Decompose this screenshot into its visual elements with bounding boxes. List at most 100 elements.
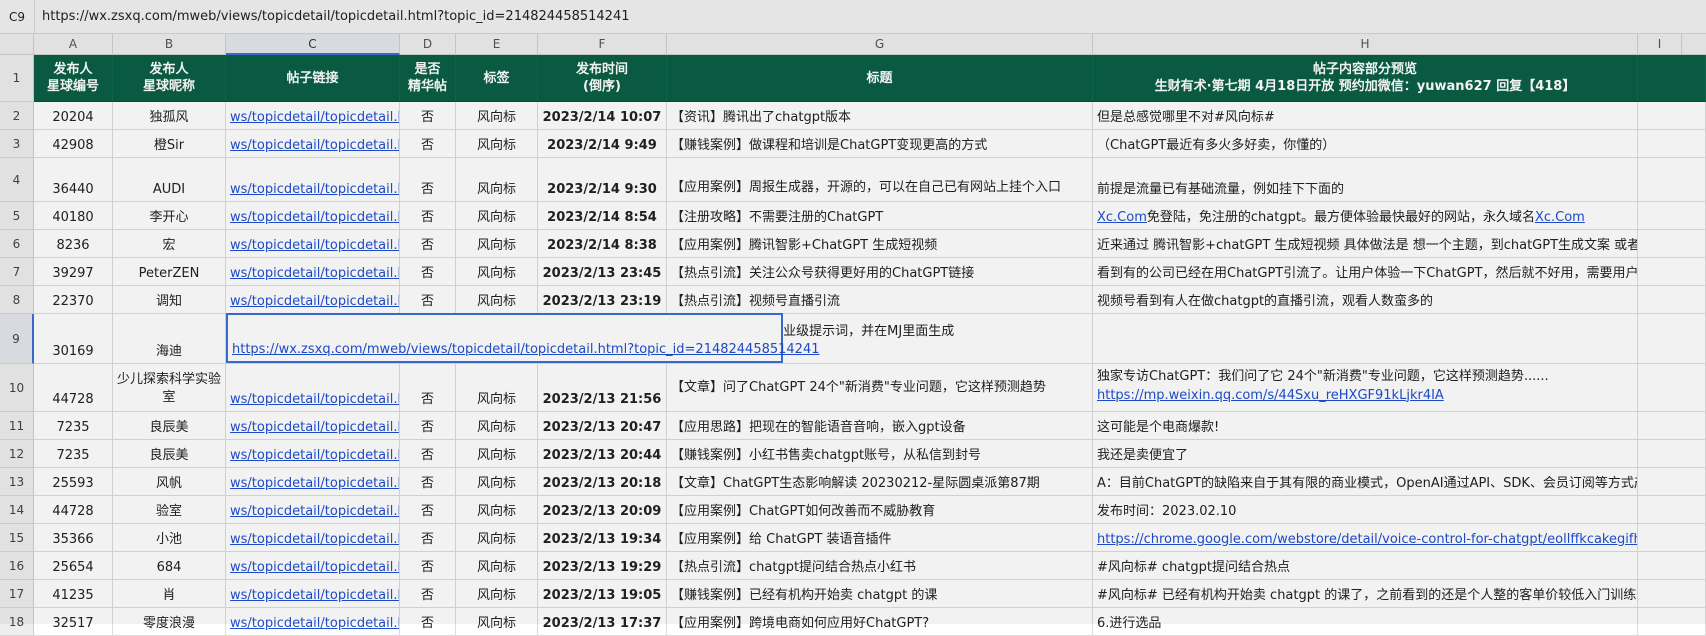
cell-e[interactable]: 风向标 (456, 102, 538, 130)
cell-g[interactable]: 【注册攻略】不需要注册的ChatGPT (667, 202, 1093, 230)
cell-a[interactable]: 35366 (34, 524, 113, 552)
cell-a[interactable]: 44728 (34, 364, 113, 412)
cell-c-link[interactable]: ws/topicdetail/topicdetail.htm (226, 552, 400, 580)
column-header-i[interactable]: I (1638, 34, 1682, 55)
column-header-f[interactable]: F (538, 34, 667, 55)
cell-h[interactable]: 我还是卖便宜了 (1093, 440, 1638, 468)
cell-g[interactable]: 【赚钱案例】已经有机构开始卖 chatgpt 的课 (667, 580, 1093, 608)
cell-f[interactable]: 2023/2/13 20:47 (538, 412, 667, 440)
cell-b[interactable]: 少儿探索科学实验室 (113, 364, 226, 412)
row-header[interactable]: 7 (0, 258, 34, 286)
cell-b[interactable]: 小池 (113, 524, 226, 552)
cell-e[interactable]: 风向标 (456, 468, 538, 496)
cell-d[interactable]: 否 (400, 440, 456, 468)
cell-h[interactable]: 但是总感觉哪里不对#风向标# (1093, 102, 1638, 130)
cell-a[interactable]: 42908 (34, 130, 113, 158)
cell-f[interactable]: 2023/2/14 9:49 (538, 130, 667, 158)
cell-h-link[interactable]: https://mp.weixin.qq.com/s/44Sxu_reHXGF9… (1097, 386, 1444, 405)
cell-e[interactable]: 风向标 (456, 230, 538, 258)
cell-i[interactable] (1638, 496, 1706, 524)
cell-g[interactable]: 【应用案例】周报生成器，开源的，可以在自己已有网站上挂个入口 (667, 158, 1093, 202)
cell-h-link[interactable]: https://chrome.google.com/webstore/detai… (1097, 532, 1637, 547)
cell-reference-box[interactable]: C9 (0, 0, 35, 34)
cell-d[interactable]: 否 (400, 496, 456, 524)
cell-h[interactable] (1093, 314, 1638, 364)
cell-h-link[interactable]: Xc.Com (1097, 210, 1147, 225)
cell-f[interactable]: 2023/2/14 8:54 (538, 202, 667, 230)
cell-e[interactable]: 风向标 (456, 364, 538, 412)
cell-d[interactable]: 否 (400, 468, 456, 496)
cell-d[interactable]: 否 (400, 608, 456, 636)
cell-f[interactable]: 2023/2/13 23:45 (538, 258, 667, 286)
cell-i[interactable] (1638, 258, 1706, 286)
cell-h[interactable]: A：目前ChatGPT的缺陷来自于其有限的商业模式，OpenAI通过API、SD… (1093, 468, 1638, 496)
cell-e[interactable]: 风向标 (456, 412, 538, 440)
cell-c-link[interactable]: ws/topicdetail/topicdetail.htm (226, 496, 400, 524)
cell-i[interactable] (1638, 608, 1706, 636)
cell-g[interactable]: 【应用案例】跨境电商如何应用好ChatGPT? (667, 608, 1093, 636)
cell-d[interactable]: 否 (400, 130, 456, 158)
select-all-corner[interactable] (0, 34, 34, 55)
cell-h[interactable]: （ChatGPT最近有多火多好卖，你懂的） (1093, 130, 1638, 158)
cell-i[interactable] (1638, 130, 1706, 158)
cell-c-link[interactable]: ws/topicdetail/topicdetail.htm (226, 230, 400, 258)
cell-g[interactable]: 【文章】ChatGPT生态影响解读 20230212-星际圆桌派第87期 (667, 468, 1093, 496)
cell-a[interactable]: 36440 (34, 158, 113, 202)
cell-c-link[interactable]: ws/topicdetail/topicdetail.htm (226, 468, 400, 496)
column-header-g[interactable]: G (667, 34, 1093, 55)
cell-b[interactable]: 良辰美 (113, 440, 226, 468)
cell-b[interactable]: 零度浪漫 (113, 608, 226, 636)
cell-e[interactable]: 风向标 (456, 158, 538, 202)
cell-b[interactable]: 调知 (113, 286, 226, 314)
cell-g[interactable]: 【热点引流】关注公众号获得更好用的ChatGPT链接 (667, 258, 1093, 286)
cell-b[interactable]: AUDI (113, 158, 226, 202)
cell-g[interactable]: 【热点引流】chatgpt提问结合热点小红书 (667, 552, 1093, 580)
cell-a[interactable]: 32517 (34, 608, 113, 636)
cell-h[interactable]: Xc.Com 免登陆，免注册的chatgpt。最方便体验最快最好的网站，永久域名… (1093, 202, 1638, 230)
cell-f[interactable]: 2023/2/13 19:29 (538, 552, 667, 580)
cell-e[interactable]: 风向标 (456, 496, 538, 524)
formula-input[interactable]: https://wx.zsxq.com/mweb/views/topicdeta… (42, 0, 630, 34)
header-cell-c[interactable]: 帖子链接 (226, 55, 400, 102)
cell-h[interactable]: 独家专访ChatGPT：我们问了它 24个"新消费"专业问题，它这样预测趋势..… (1093, 364, 1638, 412)
cell-e[interactable]: 风向标 (456, 130, 538, 158)
column-header-e[interactable]: E (456, 34, 538, 55)
cell-d[interactable]: 否 (400, 524, 456, 552)
cell-i[interactable] (1638, 202, 1706, 230)
cell-a[interactable]: 44728 (34, 496, 113, 524)
cell-a[interactable]: 7235 (34, 412, 113, 440)
cell-f[interactable]: 2023/2/13 20:18 (538, 468, 667, 496)
header-cell-h[interactable]: 帖子内容部分预览 生财有术·第七期 4月18日开放 预约加微信：yuwan627… (1093, 55, 1638, 102)
cell-f[interactable]: 2023/2/14 8:38 (538, 230, 667, 258)
row-header[interactable]: 18 (0, 608, 34, 636)
row-header[interactable]: 12 (0, 440, 34, 468)
row-header[interactable]: 15 (0, 524, 34, 552)
selected-cell-link[interactable]: https://wx.zsxq.com/mweb/views/topicdeta… (232, 342, 820, 357)
cell-d[interactable]: 否 (400, 286, 456, 314)
cell-d[interactable]: 否 (400, 258, 456, 286)
cell-i[interactable] (1638, 440, 1706, 468)
cell-c-link[interactable]: ws/topicdetail/topicdetail.htm (226, 524, 400, 552)
cell-c-link[interactable]: ws/topicdetail/topicdetail.htm (226, 202, 400, 230)
header-cell-i[interactable] (1638, 55, 1706, 102)
cell-e[interactable]: 风向标 (456, 524, 538, 552)
row-header[interactable]: 10 (0, 364, 34, 412)
cell-h[interactable]: 近来通过 腾讯智影+chatGPT 生成短视频 具体做法是 想一个主题，到cha… (1093, 230, 1638, 258)
cell-c-link[interactable]: ws/topicdetail/topicdetail.htm (226, 286, 400, 314)
cell-h[interactable]: 前提是流量已有基础流量，例如挂下下面的 (1093, 158, 1638, 202)
row-header[interactable]: 1 (0, 55, 34, 102)
cell-g[interactable]: 【应用思路】把现在的智能语音音响，嵌入gpt设备 (667, 412, 1093, 440)
cell-d[interactable]: 否 (400, 364, 456, 412)
cell-c-link[interactable]: ws/topicdetail/topicdetail.htm (226, 412, 400, 440)
row-header[interactable]: 17 (0, 580, 34, 608)
cell-e[interactable]: 风向标 (456, 552, 538, 580)
cell-c-link[interactable]: ws/topicdetail/topicdetail.htm (226, 580, 400, 608)
cell-h[interactable]: https://chrome.google.com/webstore/detai… (1093, 524, 1638, 552)
cell-d[interactable]: 否 (400, 102, 456, 130)
cell-a[interactable]: 41235 (34, 580, 113, 608)
cell-d[interactable]: 否 (400, 580, 456, 608)
cell-a[interactable]: 30169 (34, 314, 113, 364)
cell-e[interactable]: 风向标 (456, 608, 538, 636)
cell-e[interactable]: 风向标 (456, 286, 538, 314)
cell-g[interactable]: 【资讯】腾讯出了chatgpt版本 (667, 102, 1093, 130)
